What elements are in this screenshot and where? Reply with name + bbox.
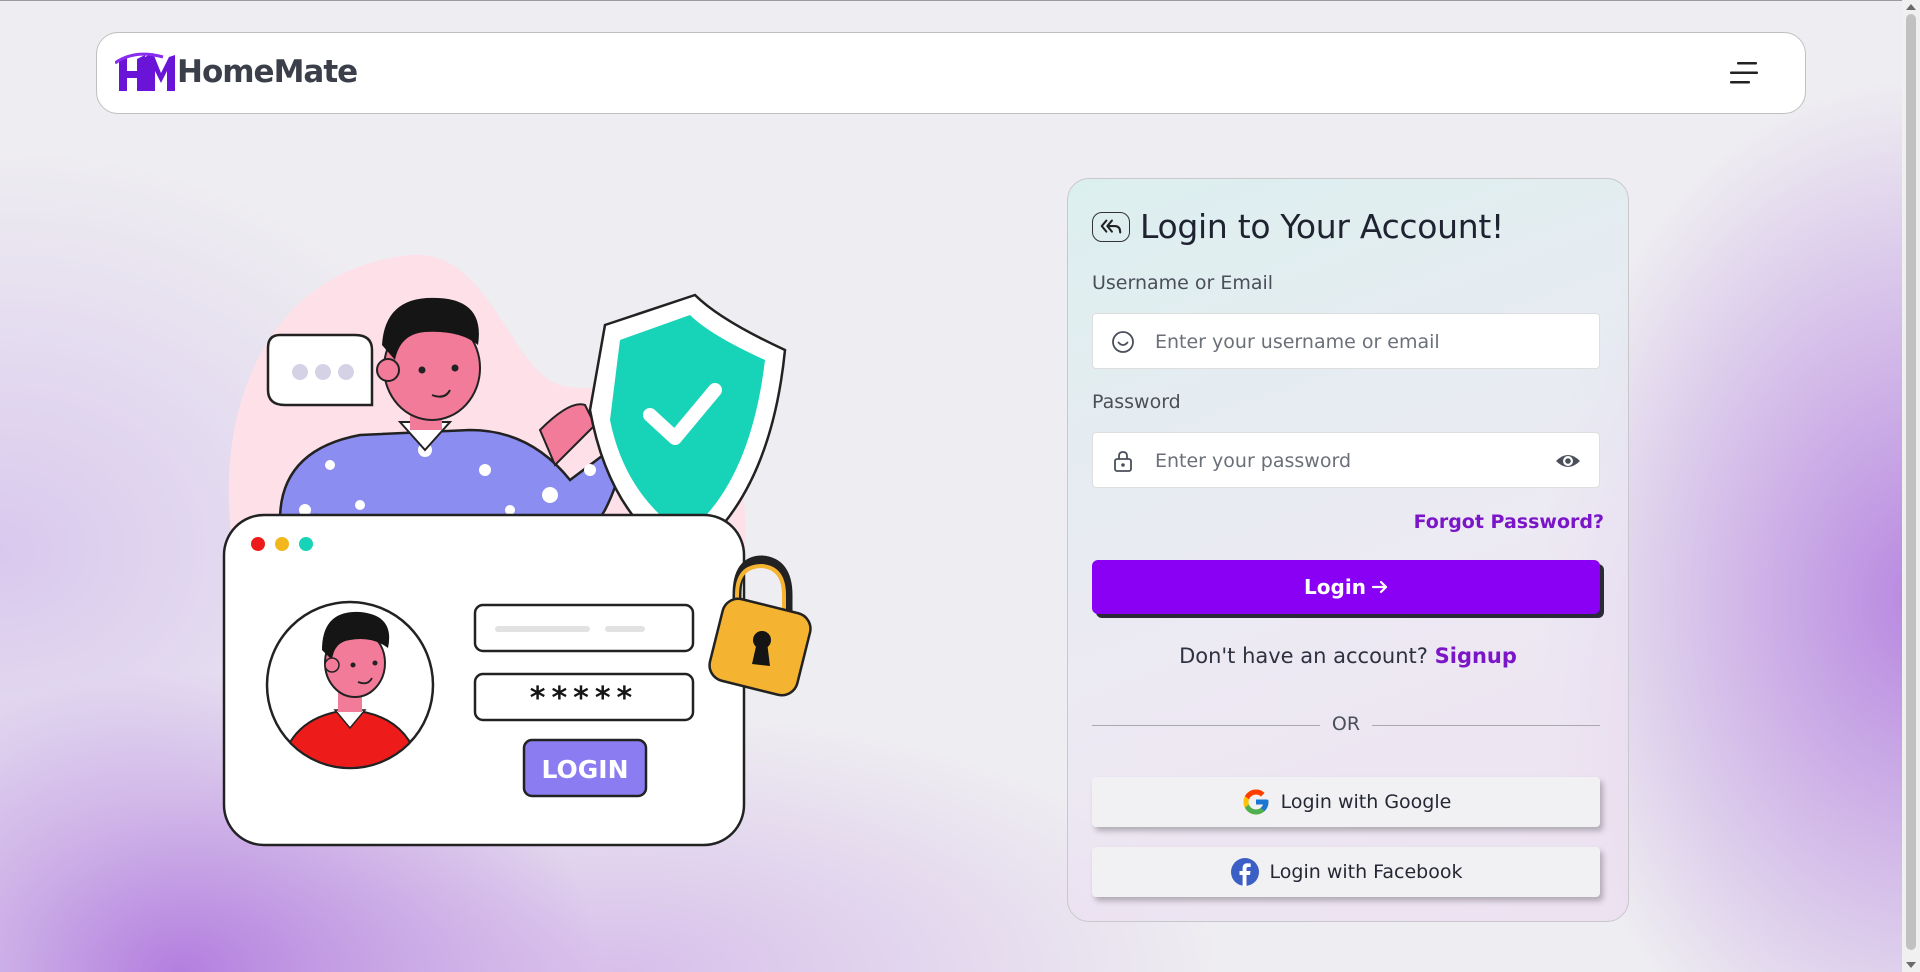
no-account-text: Don't have an account? <box>1179 644 1428 668</box>
scroll-up-arrow-icon[interactable] <box>1906 4 1916 10</box>
back-button[interactable] <box>1092 211 1130 242</box>
google-icon <box>1243 789 1269 815</box>
arrow-right-icon <box>1371 580 1388 594</box>
divider-line-right <box>1372 725 1600 726</box>
smile-icon <box>1112 331 1134 353</box>
page-scrollbar[interactable] <box>1902 0 1920 972</box>
login-button[interactable]: Login <box>1092 560 1600 614</box>
illustration-login-label: LOGIN <box>541 755 628 784</box>
forgot-password-link[interactable]: Forgot Password? <box>1414 511 1604 533</box>
login-title-row: Login to Your Account! <box>1092 207 1504 246</box>
password-input[interactable] <box>1153 433 1557 489</box>
back-arrow-icon <box>1100 219 1122 234</box>
username-label: Username or Email <box>1092 272 1274 294</box>
or-divider: OR <box>1092 713 1600 737</box>
hamburger-menu-icon[interactable] <box>1729 59 1759 87</box>
login-card: Login to Your Account! Username or Email… <box>1067 178 1629 922</box>
facebook-icon <box>1230 858 1259 886</box>
scrollbar-thumb[interactable] <box>1906 14 1916 950</box>
signup-prompt: Don't have an account? Signup <box>1068 644 1628 668</box>
password-field[interactable] <box>1092 432 1600 489</box>
illustration-password-mask: ***** <box>530 681 638 716</box>
facebook-login-button[interactable]: Login with Facebook <box>1092 847 1600 897</box>
scroll-down-arrow-icon[interactable] <box>1906 962 1916 968</box>
speech-bubble-icon <box>266 333 374 407</box>
facebook-login-label: Login with Facebook <box>1269 861 1463 883</box>
brand-logo[interactable]: HomeMate <box>115 51 358 93</box>
or-text: OR <box>1331 713 1361 735</box>
signup-link[interactable]: Signup <box>1435 644 1517 668</box>
username-input[interactable] <box>1153 314 1557 370</box>
username-field[interactable] <box>1092 313 1600 370</box>
login-illustration: ***** LOGIN <box>222 254 812 847</box>
eye-icon[interactable] <box>1555 449 1581 473</box>
page-title: Login to Your Account! <box>1140 207 1504 246</box>
google-login-button[interactable]: Login with Google <box>1092 777 1600 827</box>
homemate-logo-icon <box>115 52 175 91</box>
window-top-border <box>0 0 1920 1</box>
navbar: HomeMate <box>96 32 1806 114</box>
brand-name: HomeMate <box>177 54 358 90</box>
lock-icon <box>1114 451 1132 472</box>
login-button-label: Login <box>1304 575 1366 599</box>
google-login-label: Login with Google <box>1280 791 1452 813</box>
password-label: Password <box>1092 391 1181 413</box>
avatar-icon <box>265 600 435 770</box>
